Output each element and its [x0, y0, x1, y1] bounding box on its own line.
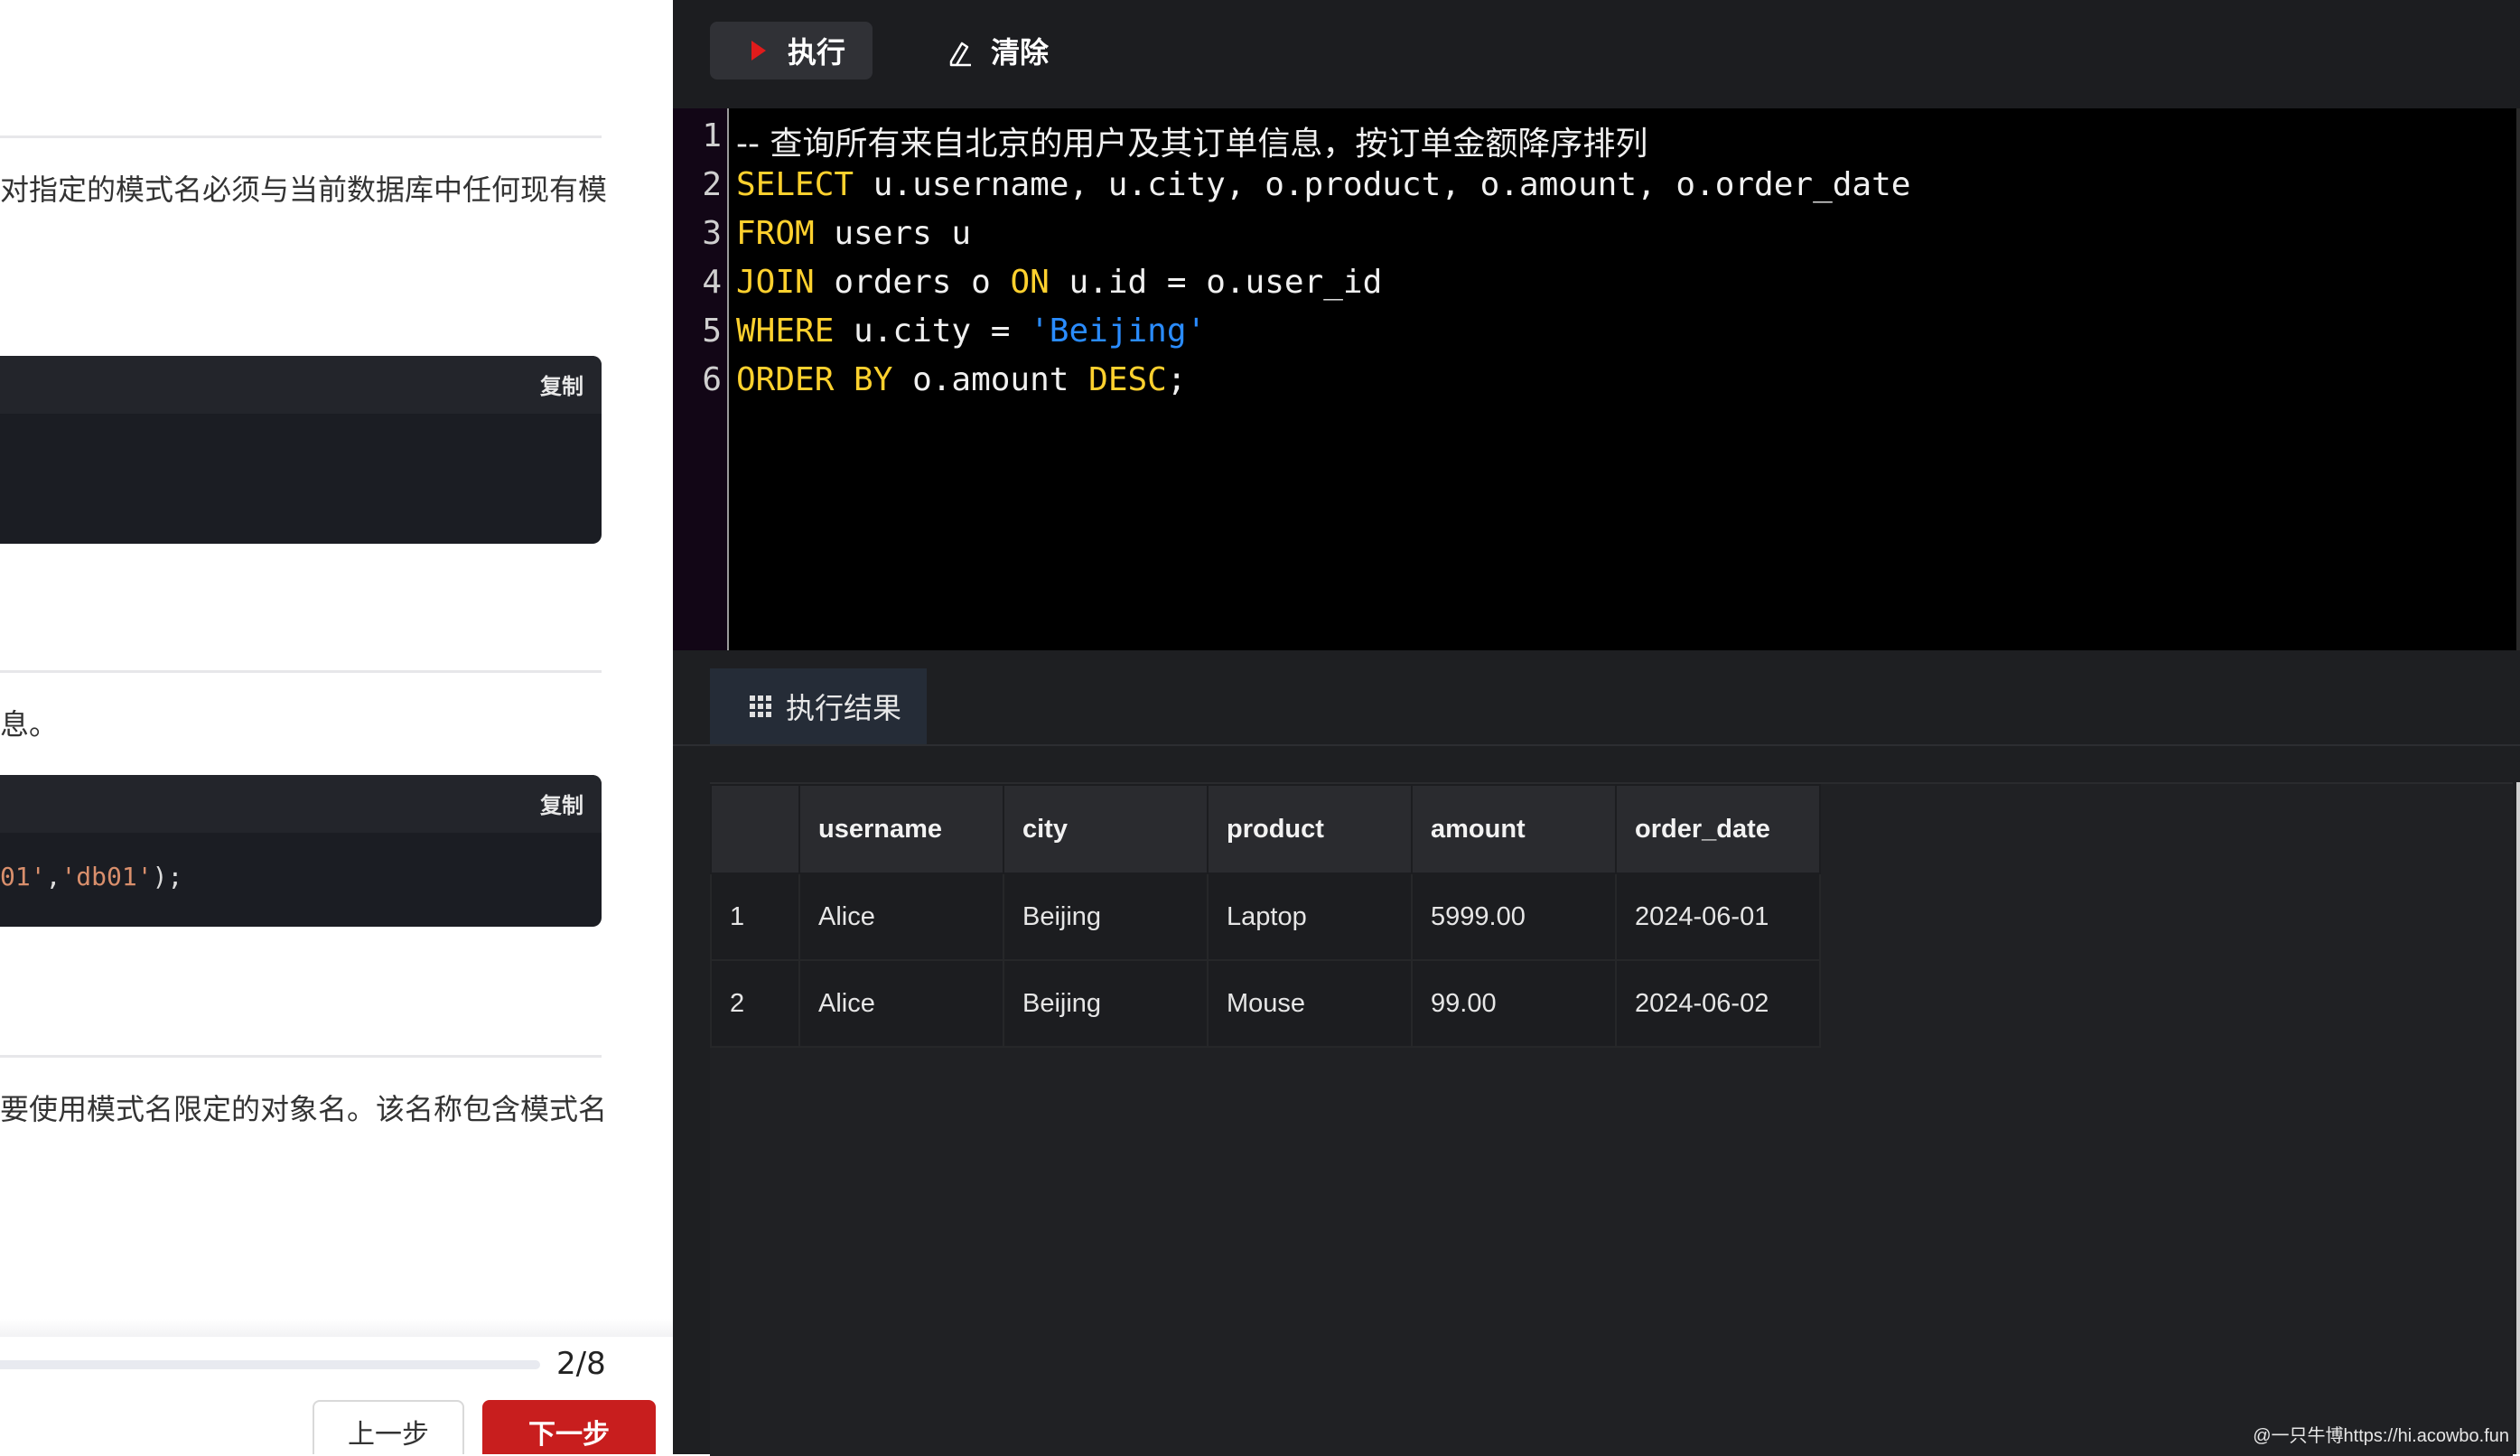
- code-block: 复制 01','db01');: [0, 775, 602, 927]
- column-header[interactable]: city: [1003, 784, 1209, 874]
- code-token: -- 查询所有来自北京的用户及其订单信息，按订单金额降序排列: [736, 126, 1648, 163]
- line-number: 2: [702, 166, 722, 203]
- code-token: orders o: [814, 264, 1011, 301]
- divider: [0, 1055, 602, 1058]
- table-cell: 2: [710, 959, 800, 1048]
- code-token: ;: [1166, 361, 1187, 398]
- result-scrollbar[interactable]: [2516, 782, 2520, 1454]
- code-token: u.city =: [834, 313, 1031, 350]
- line-number: 5: [702, 313, 722, 350]
- table-cell: 5999.00: [1411, 873, 1617, 961]
- code-token: JOIN: [736, 264, 815, 301]
- table-cell: Laptop: [1207, 873, 1413, 961]
- table-cell: 2024-06-01: [1615, 873, 1821, 961]
- code-block-header: 复制: [0, 775, 602, 833]
- line-number: 4: [702, 264, 722, 301]
- watermark: @一只牛博https://hi.acowbo.fun: [2253, 1426, 2509, 1446]
- tutorial-paragraph: 要使用模式名限定的对象名。该名称包含模式名: [0, 1092, 608, 1126]
- table-cell: Beijing: [1003, 873, 1209, 961]
- code-line: ORDER BY o.amount DESC;: [736, 361, 1187, 398]
- code-token: 'db01': [61, 862, 153, 891]
- code-token: DESC: [1088, 361, 1167, 398]
- code-snippet: 01','db01');: [0, 862, 182, 891]
- copy-button[interactable]: 复制: [540, 788, 583, 819]
- line-number: 1: [702, 117, 722, 154]
- sql-editor[interactable]: 1 2 3 4 5 6 -- 查询所有来自北京的用户及其订单信息，按订单金额降序排列 SEL…: [673, 108, 2520, 650]
- table-cell: Alice: [798, 959, 1004, 1048]
- code-token: u.id = o.user_id: [1049, 264, 1383, 301]
- code-line: FROM users u: [736, 215, 971, 252]
- result-table: username city product amount order_date 1 Ali…: [710, 784, 1821, 1048]
- code-token: );: [152, 862, 183, 891]
- table-cell: Beijing: [1003, 959, 1209, 1048]
- toolbar: 执行 清除: [673, 0, 2520, 108]
- code-block: 复制: [0, 356, 602, 544]
- column-header[interactable]: order_date: [1615, 784, 1821, 874]
- code-token: 'Beijing': [1030, 313, 1207, 350]
- tab-results[interactable]: 执行结果: [710, 668, 927, 744]
- column-header[interactable]: amount: [1411, 784, 1617, 874]
- table-cell: 99.00: [1411, 959, 1617, 1048]
- tutorial-paragraph: 息。: [0, 707, 59, 742]
- line-number-gutter: 1 2 3 4 5 6: [673, 108, 729, 650]
- table-row[interactable]: 1 Alice Beijing Laptop 5999.00 2024-06-01: [710, 873, 1821, 961]
- code-token: u.username, u.city, o.product, o.amount,…: [854, 166, 1911, 203]
- line-number: 6: [702, 361, 722, 398]
- code-token: users u: [814, 215, 972, 252]
- code-token: ,: [45, 862, 61, 891]
- editor-scrollbar[interactable]: [2516, 108, 2520, 650]
- tab-results-label: 执行结果: [786, 691, 902, 725]
- column-header[interactable]: product: [1207, 784, 1413, 874]
- table-cell: Alice: [798, 873, 1004, 961]
- line-number: 3: [702, 215, 722, 252]
- progress-bar: [0, 1360, 540, 1369]
- play-icon: [751, 41, 766, 61]
- run-button[interactable]: 执行: [710, 22, 873, 79]
- divider: [0, 135, 602, 138]
- prev-step-button[interactable]: 上一步: [313, 1400, 464, 1454]
- table-cell: 2024-06-02: [1615, 959, 1821, 1048]
- clear-button[interactable]: 清除: [944, 22, 1079, 79]
- eraser-icon: [949, 42, 971, 67]
- sql-workspace: 执行 清除 123456 -- 查询所有来自北京的用户及其订单信息，按订单金额降…: [673, 0, 2520, 1456]
- code-token: WHERE: [736, 313, 835, 350]
- code-token: ON: [1010, 264, 1050, 301]
- code-block-header: 复制: [0, 356, 602, 414]
- table-row[interactable]: 2 Alice Beijing Mouse 99.00 2024-06-02: [710, 959, 1821, 1048]
- code-token: FROM: [736, 215, 815, 252]
- tutorial-paragraph: 对指定的模式名必须与当前数据库中任何现有模: [0, 173, 608, 207]
- table-cell: Mouse: [1207, 959, 1413, 1048]
- result-panel: username city product amount order_date 1 Ali…: [710, 782, 2513, 1456]
- tutorial-panel: 对指定的模式名必须与当前数据库中任何现有模 复制 息。 复制 01','db01…: [0, 0, 673, 1454]
- progress-label: 2/8: [556, 1346, 606, 1382]
- clear-label: 清除: [991, 35, 1050, 70]
- table-cell: 1: [710, 873, 800, 961]
- code-line: WHERE u.city = 'Beijing': [736, 313, 1206, 350]
- grid-icon: [750, 695, 771, 717]
- column-header[interactable]: [710, 784, 800, 874]
- result-tabs-bar: 执行结果: [673, 650, 2520, 746]
- code-line: SELECT u.username, u.city, o.product, o.…: [736, 166, 1910, 203]
- divider: [0, 670, 602, 673]
- code-token: 01': [0, 862, 46, 891]
- table-header-row: username city product amount order_date: [710, 784, 1821, 874]
- progress-fill: [0, 1360, 135, 1369]
- next-step-button[interactable]: 下一步: [482, 1400, 656, 1454]
- copy-button[interactable]: 复制: [540, 369, 583, 400]
- code-line: JOIN orders o ON u.id = o.user_id: [736, 264, 1382, 301]
- code-token: ORDER BY: [736, 361, 893, 398]
- code-token: SELECT: [736, 166, 854, 203]
- footer-separator: [0, 1319, 673, 1337]
- column-header[interactable]: username: [798, 784, 1004, 874]
- code-token: o.amount: [892, 361, 1089, 398]
- run-label: 执行: [788, 35, 846, 70]
- code-line: -- 查询所有来自北京的用户及其订单信息，按订单金额降序排列: [736, 117, 1647, 164]
